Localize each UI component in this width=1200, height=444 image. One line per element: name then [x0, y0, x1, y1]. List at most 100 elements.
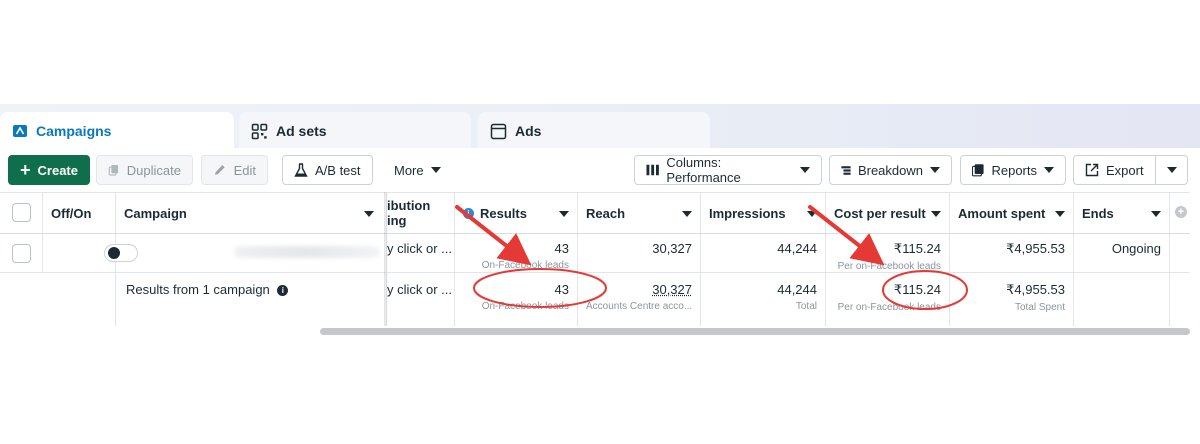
add-column-icon[interactable]: +: [1175, 206, 1187, 218]
campaigns-panel: + Create Duplicate Edit A/B test More Co…: [0, 148, 1200, 340]
summary-label-cell: Results from 1 campaign i: [116, 273, 387, 326]
row-select-cell: [0, 234, 43, 272]
toolbar: + Create Duplicate Edit A/B test More Co…: [0, 148, 1200, 192]
duplicate-label: Duplicate: [126, 162, 181, 178]
summary-attribution-value: y click or ...: [387, 282, 453, 297]
duplicate-button[interactable]: Duplicate: [96, 155, 193, 185]
breakdown-button[interactable]: Breakdown: [829, 155, 952, 185]
table-row[interactable]: y click or ... 43 On-Facebook leads 30,3…: [0, 234, 1190, 273]
summary-amount-value: ₹4,955.53: [1006, 282, 1065, 297]
tab-label: Campaigns: [36, 123, 112, 139]
ab-test-button[interactable]: A/B test: [282, 155, 373, 185]
header-label: Amount spent: [958, 205, 1046, 221]
chevron-down-icon: [800, 167, 810, 173]
attribution-cell: y click or ...: [387, 234, 455, 272]
summary-cost-subtext: Per on-Facebook leads: [837, 302, 941, 313]
header-amount-spent[interactable]: Amount spent: [950, 193, 1074, 233]
chevron-down-icon: [1166, 167, 1177, 173]
results-value: 43: [554, 241, 569, 256]
create-label: Create: [37, 162, 78, 178]
tab-label: Ad sets: [276, 123, 327, 139]
summary-cost-value: ₹115.24: [893, 282, 941, 297]
summary-amount-subtext: Total Spent: [1014, 302, 1065, 313]
summary-impressions-cell: 44,244 Total: [701, 273, 826, 326]
reach-value: 30,327: [652, 241, 692, 256]
ends-value: Ongoing: [1111, 241, 1161, 256]
amount-spent-value: ₹4,955.53: [1006, 241, 1065, 256]
plus-icon: +: [20, 160, 31, 180]
summary-spacer: [0, 273, 116, 326]
row-checkbox[interactable]: [12, 244, 31, 263]
window-icon: [490, 123, 507, 139]
header-label: Ends: [1082, 205, 1114, 221]
summary-attribution-cell: y click or ...: [387, 273, 455, 326]
impressions-value: 44,244: [777, 241, 817, 256]
horizontal-scrollbar[interactable]: [320, 328, 1190, 335]
edit-button[interactable]: Edit: [201, 155, 268, 185]
chevron-down-icon: [1044, 167, 1054, 173]
chevron-down-icon: [430, 167, 441, 173]
header-impressions[interactable]: Impressions: [701, 193, 826, 233]
cost-subtext: Per on-Facebook leads: [837, 261, 941, 272]
summary-cost-cell: ₹115.24 Per on-Facebook leads: [826, 273, 950, 326]
more-label: More: [394, 162, 424, 178]
summary-reach-subtext: Accounts Centre acco...: [586, 301, 692, 312]
header-select-all: [0, 193, 43, 233]
results-subtext: On-Facebook leads: [481, 260, 569, 271]
copy-icon: [108, 164, 119, 176]
pencil-icon: [214, 165, 225, 175]
header-label: Results: [480, 205, 527, 221]
export-dropdown-button[interactable]: [1155, 155, 1188, 185]
breakdown-icon: [841, 165, 851, 175]
header-add-column: +: [1170, 193, 1190, 233]
tab-ad-sets[interactable]: Ad sets: [239, 112, 471, 150]
summary-impressions-subtext: Total: [795, 301, 817, 312]
tab-ads[interactable]: Ads: [478, 112, 710, 150]
cost-per-result-value: ₹115.24: [893, 241, 941, 256]
more-button[interactable]: More: [382, 155, 454, 185]
summary-reach-cell: 30,327 Accounts Centre acco...: [578, 273, 701, 326]
cost-per-result-cell: ₹115.24 Per on-Facebook leads: [826, 234, 950, 272]
summary-ends-cell: [1074, 273, 1170, 326]
chevron-down-icon: [559, 211, 569, 217]
create-button[interactable]: + Create: [8, 155, 90, 185]
edit-label: Edit: [233, 162, 256, 178]
header-off-on[interactable]: Off/On: [43, 193, 116, 233]
export-button[interactable]: Export: [1073, 155, 1156, 185]
export-icon: [1085, 163, 1099, 177]
tab-campaigns[interactable]: Campaigns: [0, 112, 234, 150]
header-label: Impressions: [709, 205, 786, 221]
chevron-down-icon: [930, 167, 940, 173]
impressions-cell: 44,244: [701, 234, 826, 272]
summary-results-cell: 43 On-Facebook leads: [455, 273, 578, 326]
header-results[interactable]: i Results: [455, 193, 578, 233]
export-label: Export: [1106, 162, 1144, 178]
amount-spent-cell: ₹4,955.53: [950, 234, 1074, 272]
header-label: Off/On: [51, 205, 92, 221]
header-attribution-setting[interactable]: ibution ing: [387, 193, 455, 233]
summary-results-subtext: On-Facebook leads: [481, 301, 569, 312]
chevron-down-icon: [364, 211, 374, 217]
campaign-name-cell[interactable]: [116, 234, 387, 272]
chevron-down-icon: [807, 211, 817, 217]
info-icon[interactable]: i: [463, 207, 474, 219]
header-reach[interactable]: Reach: [578, 193, 701, 233]
select-all-checkbox[interactable]: [12, 203, 31, 222]
info-icon[interactable]: i: [277, 285, 289, 296]
columns-button[interactable]: Columns: Performance: [634, 155, 822, 185]
reports-button[interactable]: Reports: [960, 155, 1066, 185]
summary-label: Results from 1 campaign: [126, 282, 270, 297]
header-campaign[interactable]: Campaign: [116, 193, 387, 233]
header-label: Reach: [586, 205, 626, 221]
header-ends[interactable]: Ends: [1074, 193, 1170, 233]
row-toggle-cell: [43, 234, 138, 272]
columns-icon: [646, 164, 659, 176]
results-cell[interactable]: 43 On-Facebook leads: [455, 234, 578, 272]
breakdown-label: Breakdown: [857, 162, 923, 178]
summary-reach-value: 30,327: [652, 282, 692, 297]
header-cost-per-result[interactable]: Cost per result: [826, 193, 950, 233]
reports-icon: [972, 164, 984, 177]
tab-label: Ads: [515, 123, 542, 139]
grid-icon: [251, 123, 268, 139]
summary-row: Results from 1 campaign i y click or ...…: [0, 273, 1190, 326]
